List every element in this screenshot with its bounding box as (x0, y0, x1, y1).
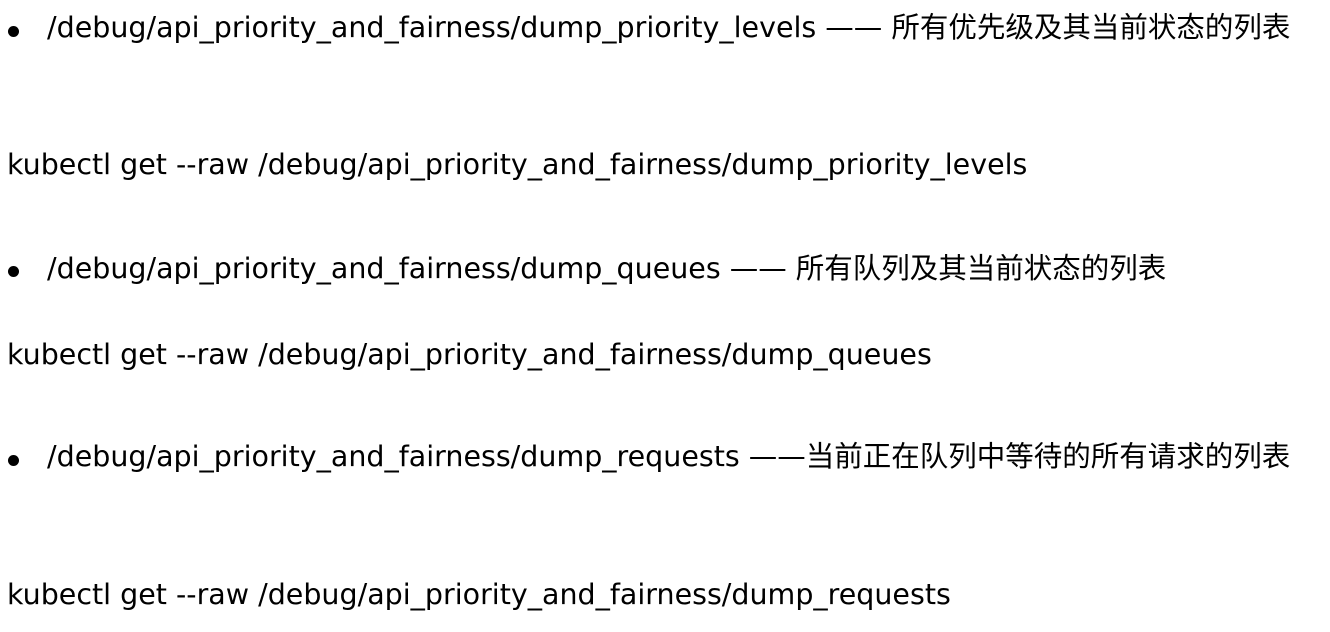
command-line: kubectl get --raw /debug/api_priority_an… (7, 578, 951, 611)
command-line: kubectl get --raw /debug/api_priority_an… (7, 338, 932, 371)
bullet-icon (8, 26, 19, 37)
endpoint-description: /debug/api_priority_and_fairness/dump_pr… (47, 11, 1291, 44)
bullet-icon (8, 455, 19, 466)
bullet-icon (8, 266, 19, 277)
document-page: /debug/api_priority_and_fairness/dump_pr… (0, 0, 1330, 632)
endpoint-description: /debug/api_priority_and_fairness/dump_re… (47, 440, 1291, 473)
command-line: kubectl get --raw /debug/api_priority_an… (7, 148, 1028, 181)
endpoint-description: /debug/api_priority_and_fairness/dump_qu… (47, 252, 1167, 285)
